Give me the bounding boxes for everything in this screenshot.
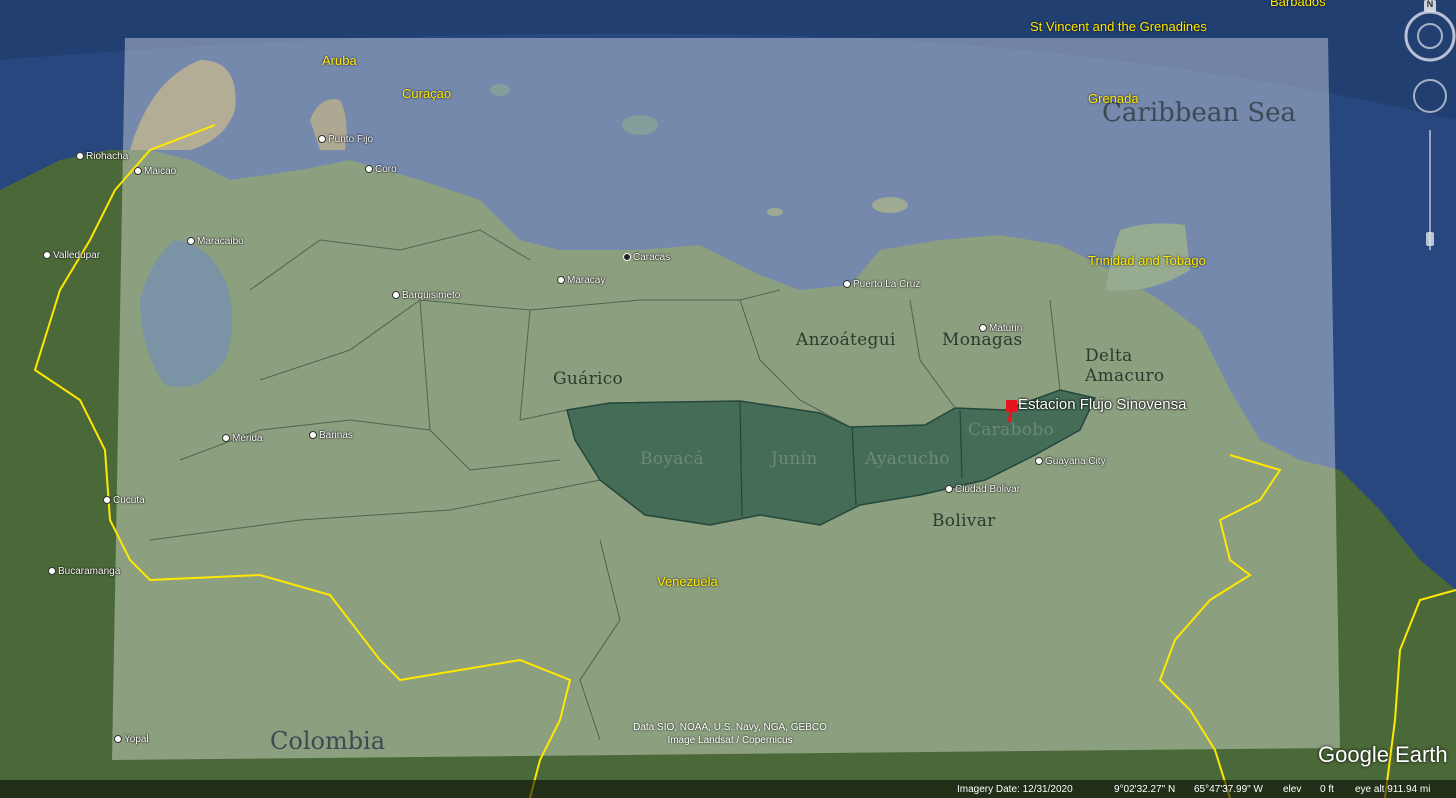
navigation-controls[interactable]: N xyxy=(1404,0,1456,260)
city-barquisimeto[interactable]: Barquisimeto xyxy=(392,290,460,301)
region-delta-line2: Amacuro xyxy=(1085,366,1165,386)
city-bucaramanga[interactable]: Bucaramanga xyxy=(48,566,120,577)
city-barinas[interactable]: Barinas xyxy=(309,430,353,441)
region-monagas: Monagas xyxy=(942,330,1023,350)
status-bar: Imagery Date: 12/31/2020 9°02'32.27" N 6… xyxy=(0,780,1456,798)
city-guayana[interactable]: Guayana City xyxy=(1035,456,1106,467)
look-joystick-icon[interactable] xyxy=(1413,79,1447,113)
google-earth-logo: Google Earth xyxy=(1318,742,1448,767)
city-cucuta[interactable]: Cucuta xyxy=(103,495,145,506)
city-maicao[interactable]: Maicao xyxy=(134,166,176,177)
city-maracay[interactable]: Maracay xyxy=(557,275,605,286)
north-label: N xyxy=(1426,0,1434,9)
credit-line-2: Image Landsat / Copernicus xyxy=(667,735,793,746)
city-yopal[interactable]: Yopal xyxy=(114,734,149,745)
city-maracaibo[interactable]: Maracaibo xyxy=(187,236,244,247)
latitude: 9°02'32.27" N xyxy=(1114,784,1176,795)
grenada-label: Grenada xyxy=(1088,91,1139,106)
venezuela-label: Venezuela xyxy=(657,574,718,589)
region-delta-line1: Delta xyxy=(1085,346,1133,366)
map-credits: Data SIO, NOAA, U.S. Navy, NGA, GEBCO Im… xyxy=(620,721,840,747)
trinidad-label: Trinidad and Tobago xyxy=(1088,253,1206,268)
city-puerto-la-cruz[interactable]: Puerto La Cruz xyxy=(843,279,920,290)
curacao-label: Curaçao xyxy=(402,86,452,101)
city-coro[interactable]: Coro xyxy=(365,164,397,175)
aruba-label: Aruba xyxy=(322,53,357,68)
longitude: 65°47'37.99" W xyxy=(1194,784,1263,795)
region-anzoategui: Anzoátegui xyxy=(796,330,896,350)
city-riohacha[interactable]: Riohacha xyxy=(76,151,128,162)
city-punto-fijo[interactable]: Punto Fijo xyxy=(318,134,373,145)
imagery-date: Imagery Date: 12/31/2020 xyxy=(957,784,1073,795)
marker-label[interactable]: Estacion Flujo Sinovensa xyxy=(1018,396,1186,413)
barbados-label: Barbados xyxy=(1270,0,1326,9)
region-delta-amacuro: Delta Amacuro xyxy=(1085,346,1164,386)
city-ciudad-bolivar[interactable]: Ciudad Bolivar xyxy=(945,484,1020,495)
region-bolivar: Bolivar xyxy=(932,511,996,531)
region-boyaca: Boyacá xyxy=(640,449,704,469)
eye-altitude: eye alt 911.94 mi xyxy=(1355,784,1431,795)
map-view[interactable]: Caribbean Sea Colombia Venezuela Aruba C… xyxy=(0,0,1456,798)
region-carabobo: Carabobo xyxy=(968,420,1055,440)
zoom-slider[interactable] xyxy=(1426,130,1434,250)
region-junin: Junín xyxy=(771,449,818,469)
compass-icon[interactable] xyxy=(1404,0,1456,62)
colombia-label: Colombia xyxy=(270,727,386,755)
region-ayacucho: Ayacucho xyxy=(865,449,950,469)
region-guarico: Guárico xyxy=(553,369,624,389)
credit-line-1: Data SIO, NOAA, U.S. Navy, NGA, GEBCO xyxy=(633,722,827,733)
elev-label: elev xyxy=(1283,784,1302,795)
svg-label: St Vincent and the Grenadines xyxy=(1030,19,1207,34)
elev-value: 0 ft xyxy=(1320,784,1334,795)
city-merida[interactable]: Merida xyxy=(222,433,263,444)
city-valledupar[interactable]: Valledupar xyxy=(43,250,100,261)
city-caracas[interactable]: Caracas xyxy=(623,252,670,263)
